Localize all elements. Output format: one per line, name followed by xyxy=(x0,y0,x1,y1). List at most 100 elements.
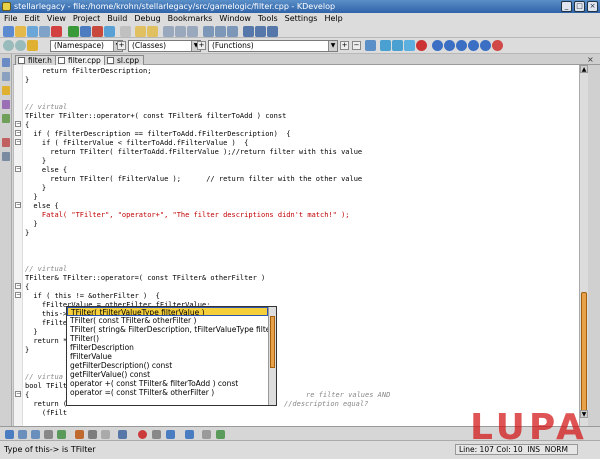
chevron-down-icon[interactable]: ▼ xyxy=(328,41,337,51)
menu-project[interactable]: Project xyxy=(73,13,100,25)
bookmarks-icon[interactable] xyxy=(2,86,10,95)
completion-scroll-thumb[interactable] xyxy=(270,316,275,368)
namespace-combo[interactable]: (Namespace) ▼ xyxy=(50,40,123,52)
namespace-add-button[interactable]: + xyxy=(117,41,126,50)
code-line[interactable]: } xyxy=(25,157,46,166)
tab-filter-cpp[interactable]: filter.cpp xyxy=(55,55,106,65)
code-line[interactable]: // virtual xyxy=(25,265,67,274)
fold-marker-icon[interactable]: − xyxy=(15,283,21,289)
paste-icon[interactable] xyxy=(187,26,198,37)
ctags-icon[interactable] xyxy=(185,430,194,439)
completion-item[interactable]: fFilterValue xyxy=(67,352,268,361)
code-line[interactable]: return fFilterDescription; xyxy=(25,67,152,76)
code-line[interactable]: } xyxy=(25,184,46,193)
menu-view[interactable]: View xyxy=(47,13,66,25)
todo-icon[interactable] xyxy=(216,430,225,439)
compile-icon[interactable] xyxy=(68,26,79,37)
menu-tools[interactable]: Tools xyxy=(258,13,278,25)
code-line[interactable]: return * xyxy=(25,337,67,346)
minimize-icon[interactable]: _ xyxy=(561,1,572,12)
fold-marker-icon[interactable]: − xyxy=(15,139,21,145)
code-line[interactable]: Fatal( "TFilter", "operator+", "The filt… xyxy=(25,211,350,220)
code-line[interactable]: if ( fFilterDescription == filterToAdd.f… xyxy=(25,130,290,139)
code-completion-popup[interactable]: TFilter( tFilterValueType filterValue ) T… xyxy=(66,306,277,406)
find-next-icon[interactable] xyxy=(215,26,226,37)
maximize-icon[interactable]: □ xyxy=(574,1,585,12)
split-icon[interactable] xyxy=(392,40,403,51)
menu-edit[interactable]: Edit xyxy=(24,13,40,25)
frames-icon[interactable] xyxy=(2,152,10,161)
step-out-icon[interactable] xyxy=(468,40,479,51)
fold-marker-icon[interactable]: − xyxy=(15,121,21,127)
konsole-icon[interactable] xyxy=(88,430,97,439)
print-icon[interactable] xyxy=(120,26,131,37)
code-line[interactable]: this-> xyxy=(25,310,67,319)
undo-icon[interactable] xyxy=(135,26,146,37)
build-icon[interactable] xyxy=(80,26,91,37)
completion-item[interactable]: TFilter( tFilterValueType filterValue ) xyxy=(67,307,268,316)
close-file-icon[interactable] xyxy=(51,26,62,37)
functions-combo[interactable]: (Functions) ▼ xyxy=(208,40,338,52)
scroll-up-icon[interactable]: ▲ xyxy=(580,65,588,73)
tab-filter-h[interactable]: filter.h xyxy=(15,55,57,65)
valgrind-icon[interactable] xyxy=(138,430,147,439)
completion-item[interactable]: TFilter( string& FilterDescription, tFil… xyxy=(67,325,268,334)
code-line[interactable]: } xyxy=(25,328,37,337)
menu-window[interactable]: Window xyxy=(219,13,251,25)
code-line[interactable]: } xyxy=(25,193,37,202)
code-line[interactable]: TFilter TFilter::operator+( const TFilte… xyxy=(25,112,286,121)
functions-add-button[interactable]: + xyxy=(340,41,349,50)
diff-icon[interactable] xyxy=(44,430,53,439)
menu-help[interactable]: Help xyxy=(324,13,342,25)
back-icon[interactable] xyxy=(267,26,278,37)
nav-back-icon[interactable] xyxy=(3,40,14,51)
bookmark-icon[interactable] xyxy=(27,40,38,51)
problems-icon[interactable] xyxy=(57,430,66,439)
code-line[interactable]: else { xyxy=(25,202,58,211)
fold-marker-icon[interactable]: − xyxy=(15,202,21,208)
code-line[interactable]: (fFilt xyxy=(25,409,67,418)
code-line[interactable]: return ( xyxy=(25,400,67,409)
cvs-icon[interactable] xyxy=(118,430,127,439)
completion-scrollbar[interactable] xyxy=(268,307,276,405)
functions-remove-button[interactable]: − xyxy=(352,41,361,50)
code-line[interactable]: TFilter& TFilter::operator=( const TFilt… xyxy=(25,274,265,283)
code-line[interactable]: } xyxy=(25,220,37,229)
view-icon[interactable] xyxy=(380,40,391,51)
code-line[interactable]: { xyxy=(25,283,29,292)
nav-forward-icon[interactable] xyxy=(15,40,26,51)
fold-gutter[interactable]: − − − − − − − − xyxy=(14,65,23,426)
zoom-out-icon[interactable] xyxy=(255,26,266,37)
security-icon[interactable] xyxy=(152,430,161,439)
stop-circle-icon[interactable] xyxy=(416,40,427,51)
save-all-icon[interactable] xyxy=(39,26,50,37)
stop-icon[interactable] xyxy=(92,26,103,37)
classes-add-button[interactable]: + xyxy=(197,41,206,50)
debugger-icon[interactable] xyxy=(75,430,84,439)
disassemble-icon[interactable] xyxy=(101,430,110,439)
find-icon[interactable] xyxy=(203,26,214,37)
debug-icon[interactable] xyxy=(432,40,443,51)
file-list-icon[interactable] xyxy=(2,58,10,67)
code-line[interactable]: { xyxy=(25,121,29,130)
completion-item[interactable]: operator =( const TFilter& otherFilter ) xyxy=(67,388,268,397)
code-line[interactable]: fFilte xyxy=(25,319,67,328)
menu-settings[interactable]: Settings xyxy=(285,13,318,25)
vertical-scrollbar[interactable]: ▲ ▼ xyxy=(579,65,588,426)
code-line[interactable]: bool TFilt xyxy=(25,382,67,391)
code-line[interactable]: } xyxy=(25,76,29,85)
zoom-in-icon[interactable] xyxy=(243,26,254,37)
breakpoints-icon[interactable] xyxy=(2,138,10,147)
fold-marker-icon[interactable]: − xyxy=(15,166,21,172)
cut-icon[interactable] xyxy=(163,26,174,37)
completion-item[interactable]: operator +( const TFilter& filterToAdd )… xyxy=(67,379,268,388)
step-icon[interactable] xyxy=(444,40,455,51)
completion-item[interactable]: TFilter() xyxy=(67,334,268,343)
code-line[interactable]: if ( fFilterValue < filterToAdd.fFilterV… xyxy=(25,139,249,148)
scroll-thumb[interactable] xyxy=(581,292,587,417)
code-line[interactable]: // virtua xyxy=(25,373,63,382)
code-line[interactable]: return TFilter( filterToAdd.fFilterValue… xyxy=(25,148,362,157)
save-icon[interactable] xyxy=(27,26,38,37)
code-line[interactable]: return TFilter( fFilterValue ); // retur… xyxy=(25,175,362,184)
menu-file[interactable]: File xyxy=(4,13,17,25)
